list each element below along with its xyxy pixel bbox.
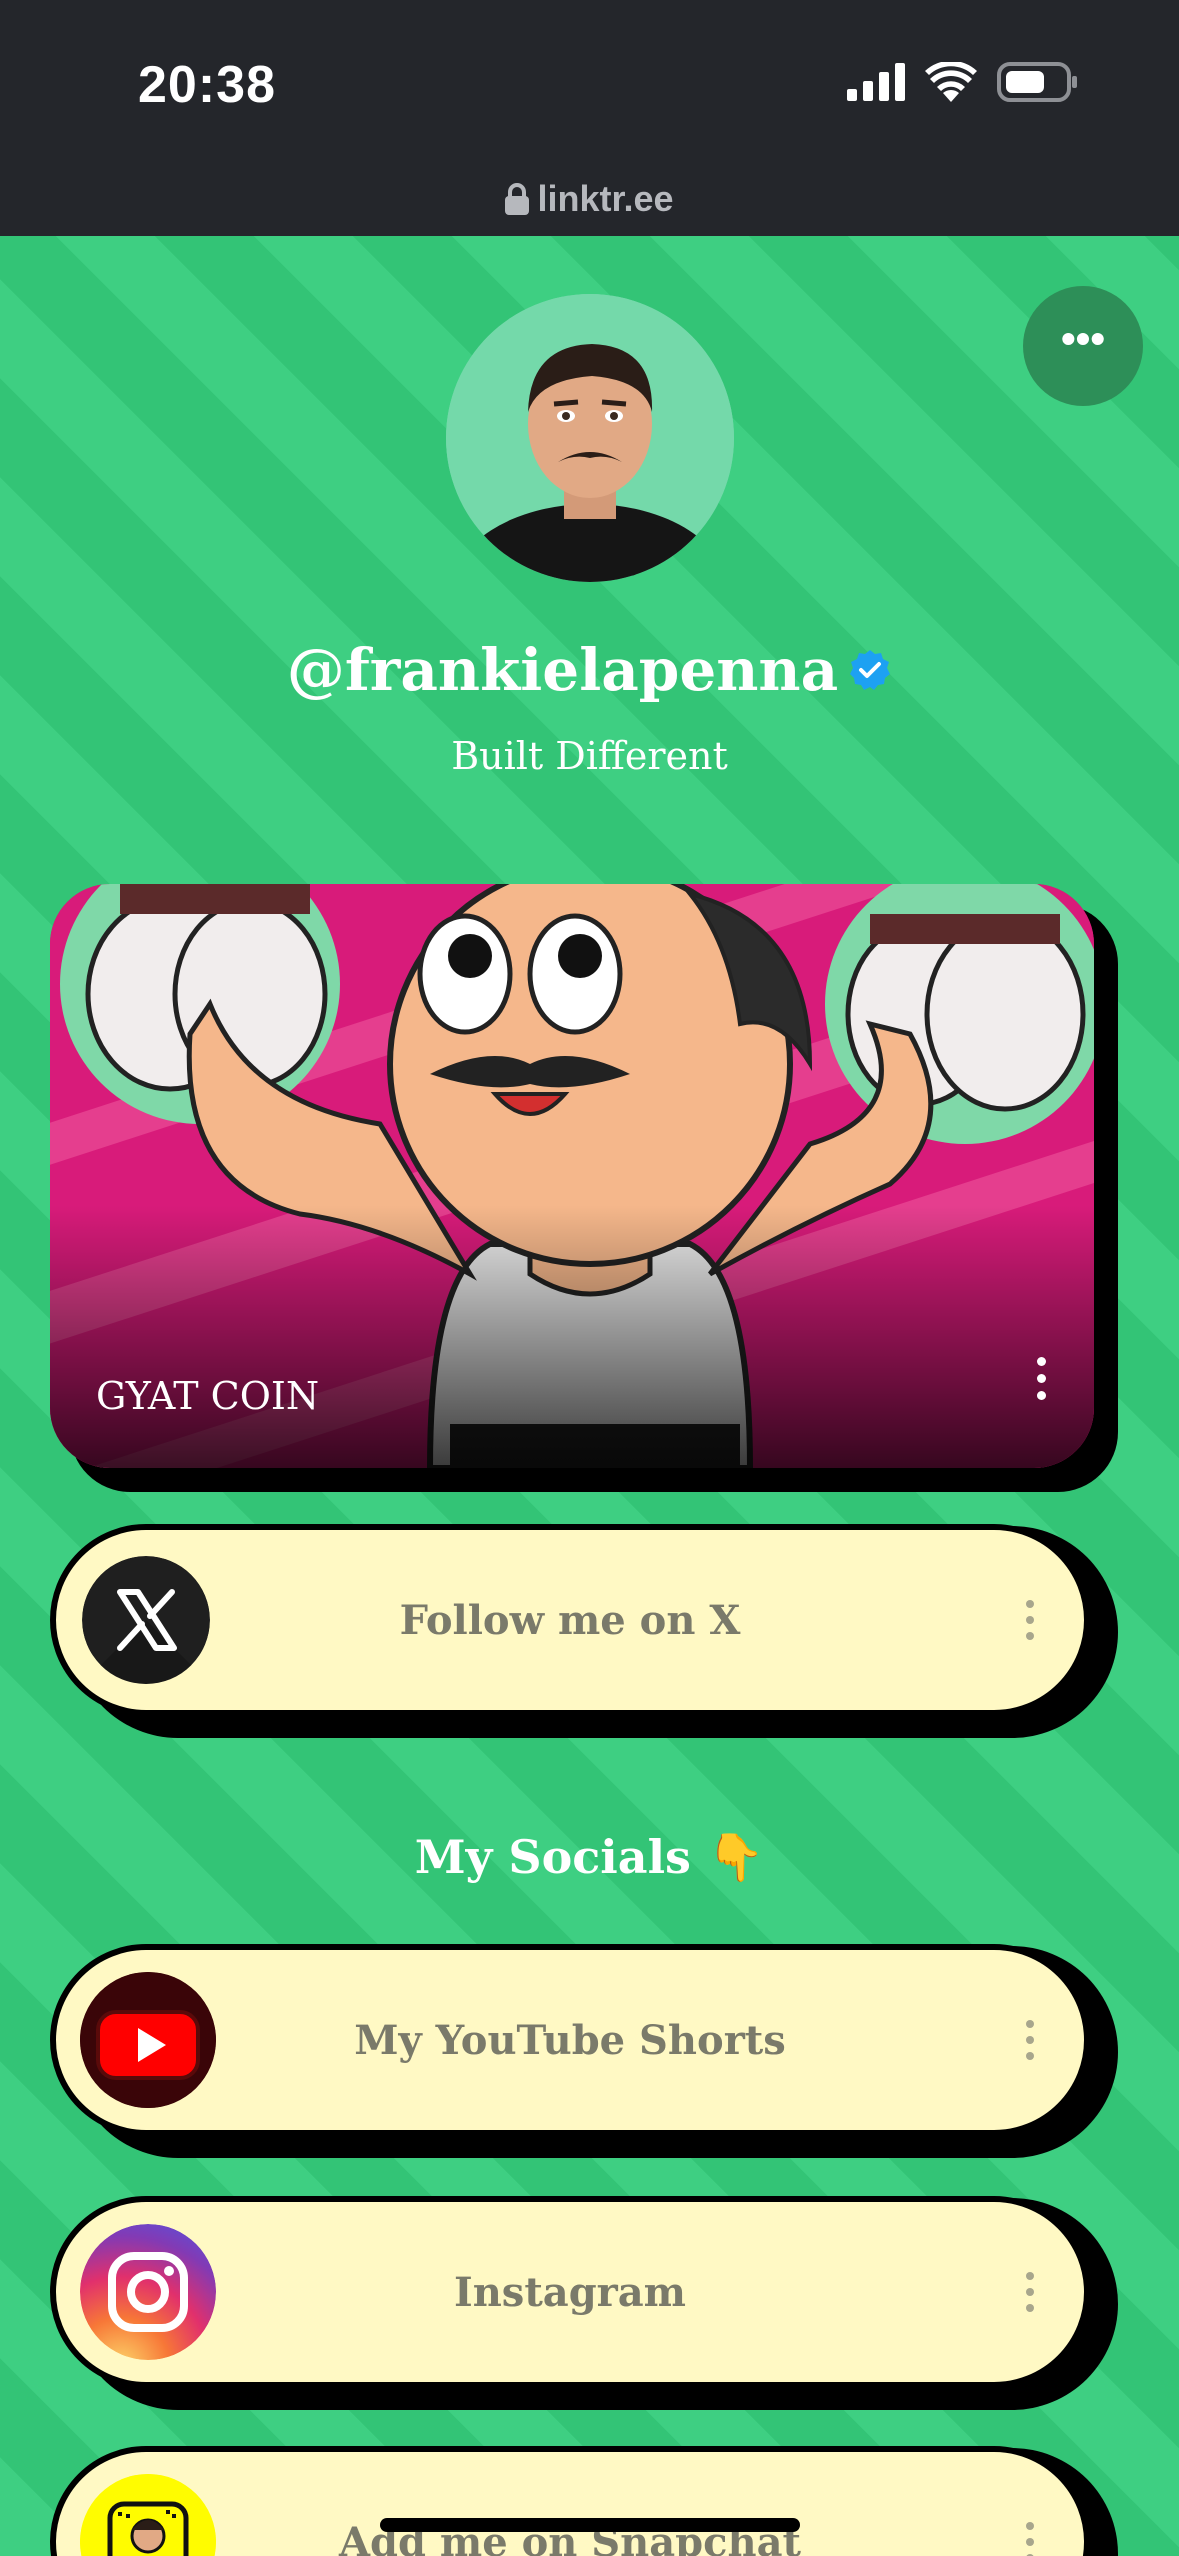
more-options-button[interactable]: ••• [1023, 286, 1143, 406]
kebab-dot [1026, 1600, 1034, 1608]
handle-text: @frankielapenna [286, 636, 839, 704]
featured-link-title: GYAT COIN [96, 1374, 320, 1418]
featured-link-menu-button[interactable] [1037, 1357, 1046, 1400]
verified-badge-icon [850, 650, 891, 690]
kebab-dot [1026, 2304, 1034, 2312]
link-button-x[interactable]: Follow me on X [50, 1524, 1090, 1716]
status-bar: 20:38 linktr.ee [0, 0, 1179, 236]
link-label: My YouTube Shorts [354, 2016, 786, 2064]
url-text: linktr.ee [537, 178, 674, 219]
ellipsis-icon: ••• [1060, 315, 1106, 362]
link-label: Follow me on X [399, 1596, 741, 1644]
link-label: Instagram [454, 2268, 686, 2316]
kebab-dot [1026, 2272, 1034, 2280]
battery-icon [997, 62, 1077, 102]
kebab-dot [1026, 2288, 1034, 2296]
link-menu-button[interactable] [1026, 1600, 1034, 1640]
kebab-dot [1026, 1632, 1034, 1640]
profile-bio: Built Different [451, 734, 728, 778]
address-bar[interactable]: linktr.ee [0, 178, 1179, 220]
kebab-dot [1037, 1374, 1046, 1383]
section-header-socials: My Socials 👇 [414, 1830, 765, 1884]
link-menu-button[interactable] [1026, 2272, 1034, 2312]
kebab-dot [1026, 2522, 1034, 2530]
profile-handle: @frankielapenna [0, 636, 1179, 704]
link-menu-button[interactable] [1026, 2522, 1034, 2556]
link-label: Add me on Snapchat [339, 2518, 801, 2556]
lock-icon [505, 183, 530, 215]
featured-link-card[interactable]: GYAT COIN [50, 884, 1094, 1468]
link-menu-button[interactable] [1026, 2020, 1034, 2060]
link-button-youtube[interactable]: My YouTube Shorts [50, 1944, 1090, 2136]
status-icons [847, 62, 1079, 102]
kebab-dot [1026, 2052, 1034, 2060]
link-button-snapchat[interactable]: Add me on Snapchat [50, 2446, 1090, 2556]
wifi-icon [925, 62, 977, 102]
profile-photo [446, 294, 734, 582]
kebab-dot [1037, 1391, 1046, 1400]
link-button-instagram[interactable]: Instagram [50, 2196, 1090, 2388]
avatar [446, 294, 734, 582]
status-time: 20:38 [138, 56, 276, 114]
linktree-page: ••• @frankielapenna Built Different GYAT… [0, 236, 1179, 2556]
kebab-dot [1037, 1357, 1046, 1366]
kebab-dot [1026, 2036, 1034, 2044]
kebab-dot [1026, 1616, 1034, 1624]
kebab-dot [1026, 2538, 1034, 2546]
home-indicator [380, 2518, 800, 2532]
cellular-signal-icon [847, 63, 905, 101]
kebab-dot [1026, 2020, 1034, 2028]
